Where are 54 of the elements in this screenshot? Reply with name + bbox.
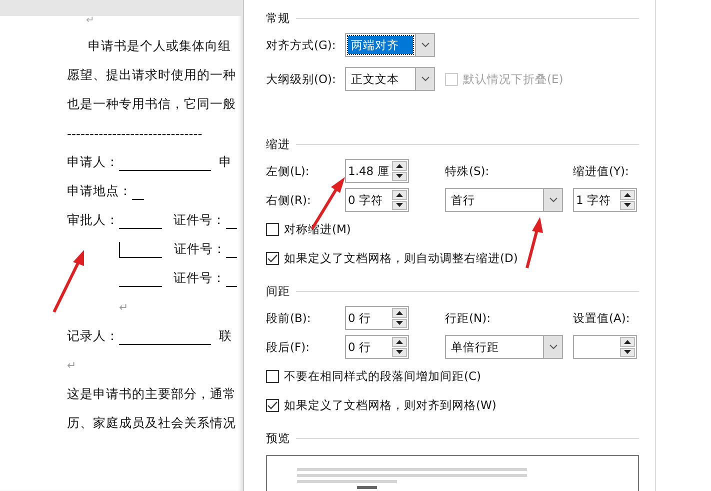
paragraph-mark: ↵ <box>67 359 76 372</box>
document-text: 申 <box>219 154 232 171</box>
field-label: 段前(B): <box>266 310 311 326</box>
spinner-field[interactable]: 1 字符 <box>573 188 637 212</box>
field-label: 行距(N): <box>445 310 490 326</box>
document-text: 证件号： <box>174 270 226 287</box>
document-text: 记录人： <box>67 328 119 345</box>
field-label: 特殊(S): <box>445 164 490 178</box>
field-label: 左侧(L): <box>266 164 310 178</box>
spinner-field[interactable]: 1.48 厘 <box>345 159 409 183</box>
document-text: 申请书是个人或集体向组 <box>88 38 231 55</box>
field-label: 对齐方式(G): <box>266 38 336 52</box>
section-title: 缩进 <box>266 136 290 152</box>
spinner-field[interactable]: 0 行 <box>345 335 409 359</box>
field-label: 右侧(R): <box>266 192 311 208</box>
checkbox[interactable]: 如果定义了文档网格，则对齐到网格(W) <box>266 398 496 412</box>
dropdown[interactable]: 单倍行距 <box>445 335 563 359</box>
document-text: 愿望、提出请求时使用的一种 <box>67 67 236 84</box>
document-text: 历、家庭成员及社会关系情况 <box>67 415 236 432</box>
document-text: 审批人： <box>67 212 119 229</box>
field-label: 缩进值(Y): <box>573 164 629 178</box>
annotation-arrow <box>526 217 543 268</box>
document-text: 申请地点： <box>67 183 132 200</box>
dropdown[interactable]: 首行 <box>445 188 563 212</box>
checkbox[interactable]: 如果定义了文档网格，则自动调整右缩进(D) <box>266 250 518 266</box>
paragraph-mark: ↵ <box>86 15 94 26</box>
document-text: 也是一种专用书信，它同一般 <box>67 96 236 113</box>
spinner-field[interactable]: 0 字符 <box>345 188 409 212</box>
field-label: 段后(F): <box>266 340 310 354</box>
document-text: 这是申请书的主要部分，通常 <box>67 386 236 403</box>
document-text: 联 <box>219 328 232 345</box>
chevron-down-icon <box>548 344 558 350</box>
checkbox[interactable]: 不要在相同样式的段落间增加间距(C) <box>266 368 482 384</box>
text-cursor <box>119 242 120 258</box>
chevron-down-icon <box>420 42 430 48</box>
section-title: 常规 <box>266 10 290 26</box>
document-text: ------------------------------ <box>67 126 202 141</box>
checkmark-icon <box>267 254 278 262</box>
document-text: 申请人： <box>67 154 119 171</box>
dropdown[interactable]: 正文文本 <box>345 67 435 91</box>
checkmark-icon <box>267 400 278 410</box>
paragraph-mark: ↵ <box>119 301 128 314</box>
document-text: 证件号： <box>174 212 226 229</box>
spinner-field[interactable]: 0 行 <box>345 306 409 330</box>
spinner-field[interactable] <box>573 335 637 359</box>
field-label: 大纲级别(O): <box>266 72 336 86</box>
annotation-arrow <box>52 250 84 313</box>
document-text: 证件号： <box>174 241 226 258</box>
section-title: 预览 <box>266 430 290 446</box>
field-label: 设置值(A): <box>573 310 630 326</box>
section-title: 间距 <box>266 284 290 298</box>
chevron-down-icon <box>420 76 430 82</box>
chevron-down-icon <box>548 197 558 203</box>
dropdown[interactable]: 两端对齐 <box>345 33 435 57</box>
